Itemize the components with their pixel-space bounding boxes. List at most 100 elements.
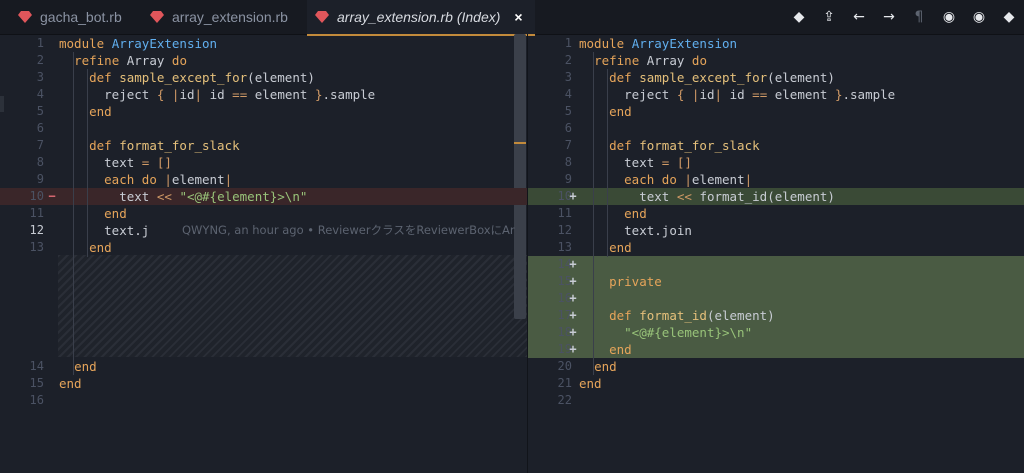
code-line[interactable]: 16 + [528, 290, 1024, 307]
code-text: def sample_except_for(element) [609, 70, 835, 85]
code-line[interactable]: 19 + end [528, 341, 1024, 358]
line-number: 4 [564, 87, 572, 101]
diff-filler-hatch [58, 255, 527, 357]
tab-array-extension[interactable]: array_extension.rb [150, 0, 288, 34]
code-line[interactable]: 5 end [0, 103, 527, 120]
arrow-left-icon[interactable]: ← [844, 0, 874, 34]
line-number: 13 [557, 240, 572, 254]
line-number: 18 [557, 325, 572, 339]
close-icon[interactable]: × [514, 9, 522, 25]
tab-gacha-bot[interactable]: gacha_bot.rb [18, 0, 122, 34]
line-number: 10 [557, 189, 572, 203]
line-number: 10 [29, 189, 44, 203]
line-number: 1 [564, 36, 572, 50]
bookmark-plus-icon[interactable]: ⇪ [814, 0, 844, 34]
line-number: 20 [557, 359, 572, 373]
code-line[interactable]: 22 [528, 392, 1024, 409]
git-diff-icon[interactable]: ◆ [784, 0, 814, 34]
arrow-right-icon[interactable]: → [874, 0, 904, 34]
code-line[interactable]: 12 text.j QWYNG, an hour ago • Reviewerクラ… [0, 222, 527, 239]
code-line[interactable]: 1 module ArrayExtension [528, 35, 1024, 52]
code-text: each do |element| [104, 172, 233, 187]
code-text: private [609, 274, 662, 289]
code-line[interactable]: 10 + text << format_id(element) [528, 188, 1024, 205]
eye-next-icon[interactable]: ◉ [964, 0, 994, 34]
added-line-marker: + [569, 308, 577, 322]
code-line[interactable]: 13 end [528, 239, 1024, 256]
code-line[interactable]: 7 def format_for_slack [528, 137, 1024, 154]
code-text: end [89, 240, 112, 255]
ruby-icon [315, 11, 329, 23]
line-number: 14 [29, 359, 44, 373]
line-number: 2 [564, 53, 572, 67]
added-line-marker: + [569, 291, 577, 305]
git-blame-annotation: QWYNG, an hour ago • ReviewerクラスをReviewe… [182, 223, 515, 237]
git-branch-icon[interactable]: ◆ [994, 0, 1024, 34]
code-line[interactable]: 11 end [528, 205, 1024, 222]
code-line[interactable]: 8 text = [] [528, 154, 1024, 171]
code-text: "<@#{element}>\n" [624, 325, 753, 340]
line-number: 4 [36, 87, 44, 101]
line-number: 15 [557, 274, 572, 288]
code-line[interactable]: 6 [0, 120, 527, 137]
code-line[interactable]: 5 end [528, 103, 1024, 120]
code-text: end [579, 376, 602, 391]
code-line[interactable]: 15 end [0, 375, 527, 392]
line-number: 2 [36, 53, 44, 67]
line-number: 19 [557, 342, 572, 356]
code-text: end [624, 206, 647, 221]
line-number: 5 [564, 104, 572, 118]
code-line[interactable]: 20 end [528, 358, 1024, 375]
code-line[interactable]: 13 end [0, 239, 527, 256]
tab-label: array_extension.rb (Index) [337, 9, 501, 25]
code-line[interactable]: 11 end [0, 205, 527, 222]
code-text: end [609, 104, 632, 119]
indent-guide [73, 52, 74, 375]
code-line[interactable]: 4 reject { |id| id == element }.sample [0, 86, 527, 103]
code-line[interactable]: 7 def format_for_slack [0, 137, 527, 154]
code-text: text << "<@#{element}>\n" [119, 189, 308, 204]
code-line[interactable]: 17 + def format_id(element) [528, 307, 1024, 324]
code-line[interactable]: 8 text = [] [0, 154, 527, 171]
line-number: 14 [557, 257, 572, 271]
code-line[interactable]: 2 refine Array do [0, 52, 527, 69]
eye-icon[interactable]: ◉ [934, 0, 964, 34]
code-line[interactable]: 15 + private [528, 273, 1024, 290]
line-number: 22 [557, 393, 572, 407]
diff-pane-original[interactable]: 1 module ArrayExtension 2 refine Array do 3… [0, 34, 527, 473]
pilcrow-icon[interactable]: ¶ [904, 0, 934, 34]
code-text: each do |element| [624, 172, 753, 187]
code-line[interactable]: 16 [0, 392, 527, 409]
code-line[interactable]: 3 def sample_except_for(element) [528, 69, 1024, 86]
code-line[interactable]: 1 module ArrayExtension [0, 35, 527, 52]
code-line[interactable]: 6 [528, 120, 1024, 137]
line-number: 9 [564, 172, 572, 186]
line-number: 5 [36, 104, 44, 118]
tab-bar: gacha_bot.rb array_extension.rb array_ex… [0, 0, 1024, 36]
code-line[interactable]: 12 text.join [528, 222, 1024, 239]
ruby-icon [18, 11, 32, 23]
line-number: 9 [36, 172, 44, 186]
toolbar: ◆ ⇪ ← → ¶ ◉ ◉ ◆ [784, 0, 1024, 34]
line-number: 21 [557, 376, 572, 390]
line-number: 6 [564, 121, 572, 135]
added-line-marker: + [569, 342, 577, 356]
code-line[interactable]: 2 refine Array do [528, 52, 1024, 69]
code-line[interactable]: 9 each do |element| [528, 171, 1024, 188]
code-text: module ArrayExtension [59, 36, 218, 51]
tab-array-extension-index[interactable]: array_extension.rb (Index) × [307, 0, 535, 36]
code-line[interactable]: 9 each do |element| [0, 171, 527, 188]
code-line[interactable]: 14 + [528, 256, 1024, 273]
code-text: def format_id(element) [609, 308, 775, 323]
code-line[interactable]: 18 + "<@#{element}>\n" [528, 324, 1024, 341]
line-number: 15 [29, 376, 44, 390]
code-line[interactable]: 4 reject { |id| id == element }.sample [528, 86, 1024, 103]
diff-pane-index[interactable]: 1 module ArrayExtension 2 refine Array do 3… [527, 34, 1024, 473]
code-line[interactable]: 3 def sample_except_for(element) [0, 69, 527, 86]
code-text: end [104, 206, 127, 221]
code-line[interactable]: 10− text << "<@#{element}>\n" [0, 188, 527, 205]
code-line[interactable]: 21 end [528, 375, 1024, 392]
line-number: 16 [557, 291, 572, 305]
added-line-marker: + [569, 325, 577, 339]
code-line[interactable]: 14 end [0, 358, 527, 375]
